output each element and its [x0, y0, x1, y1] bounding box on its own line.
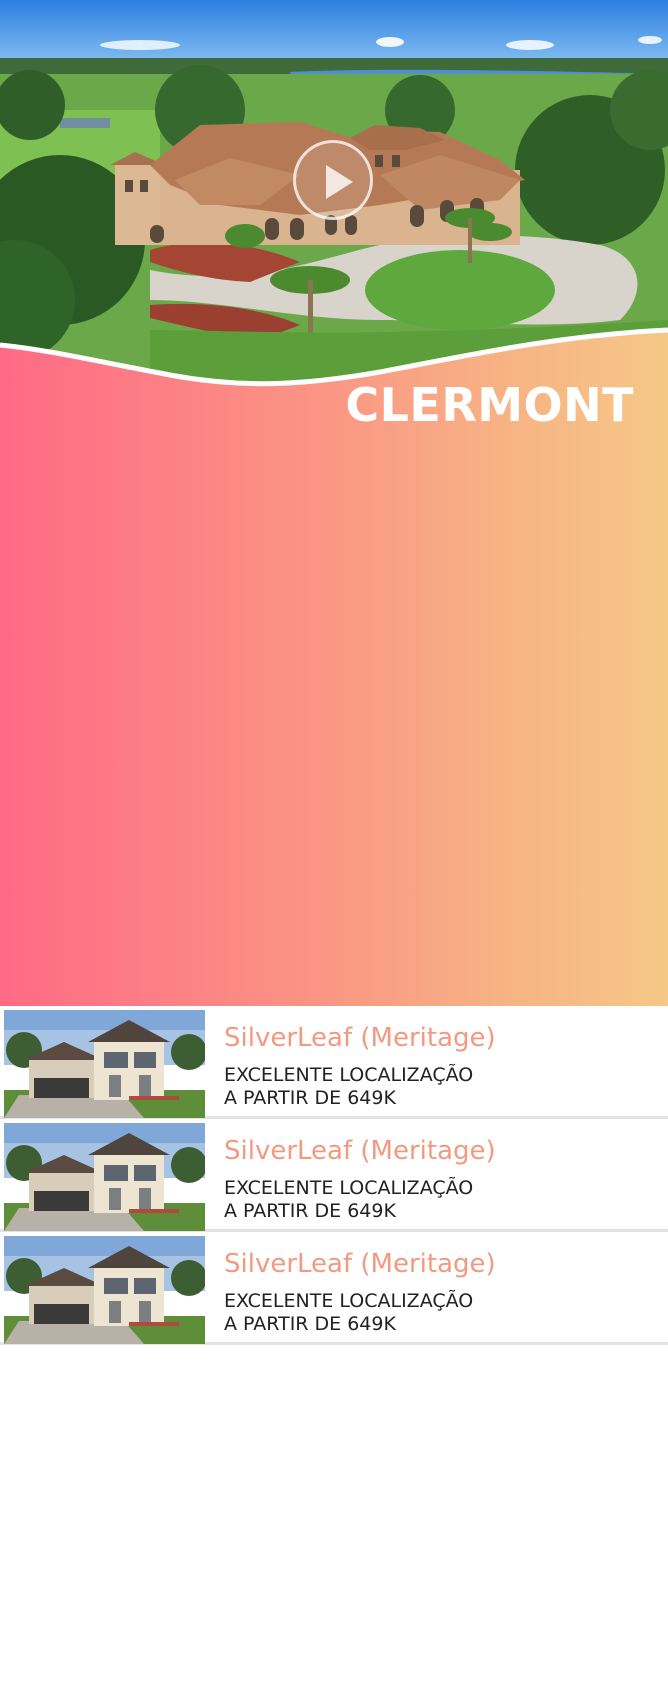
play-icon — [326, 165, 353, 199]
listing-card[interactable]: SilverLeaf (Meritage) EXCELENTE LOCALIZA… — [0, 1006, 668, 1119]
house-thumbnail[interactable] — [4, 1236, 205, 1344]
hero-video-thumbnail[interactable] — [0, 0, 668, 390]
page: CLERMONT SilverLeaf (Meritage) EXCELENTE… — [0, 0, 668, 1705]
listing-name[interactable]: SilverLeaf (Meritage) — [224, 1136, 496, 1166]
listing-price: A PARTIR DE 649K — [224, 1087, 396, 1109]
listing-name[interactable]: SilverLeaf (Meritage) — [224, 1249, 496, 1279]
listing-card[interactable]: SilverLeaf (Meritage) EXCELENTE LOCALIZA… — [0, 1232, 668, 1345]
listing-name[interactable]: SilverLeaf (Meritage) — [224, 1023, 496, 1053]
listing-location: EXCELENTE LOCALIZAÇÃO — [224, 1064, 474, 1086]
hero-section: CLERMONT — [0, 0, 668, 1006]
listing-list: SilverLeaf (Meritage) EXCELENTE LOCALIZA… — [0, 1006, 668, 1345]
listing-card[interactable]: SilverLeaf (Meritage) EXCELENTE LOCALIZA… — [0, 1119, 668, 1232]
city-title: CLERMONT — [345, 378, 634, 432]
play-button[interactable] — [293, 140, 373, 220]
listing-price: A PARTIR DE 649K — [224, 1313, 396, 1335]
listing-location: EXCELENTE LOCALIZAÇÃO — [224, 1177, 474, 1199]
house-thumbnail[interactable] — [4, 1010, 205, 1118]
listing-location: EXCELENTE LOCALIZAÇÃO — [224, 1290, 474, 1312]
listing-price: A PARTIR DE 649K — [224, 1200, 396, 1222]
house-thumbnail[interactable] — [4, 1123, 205, 1231]
